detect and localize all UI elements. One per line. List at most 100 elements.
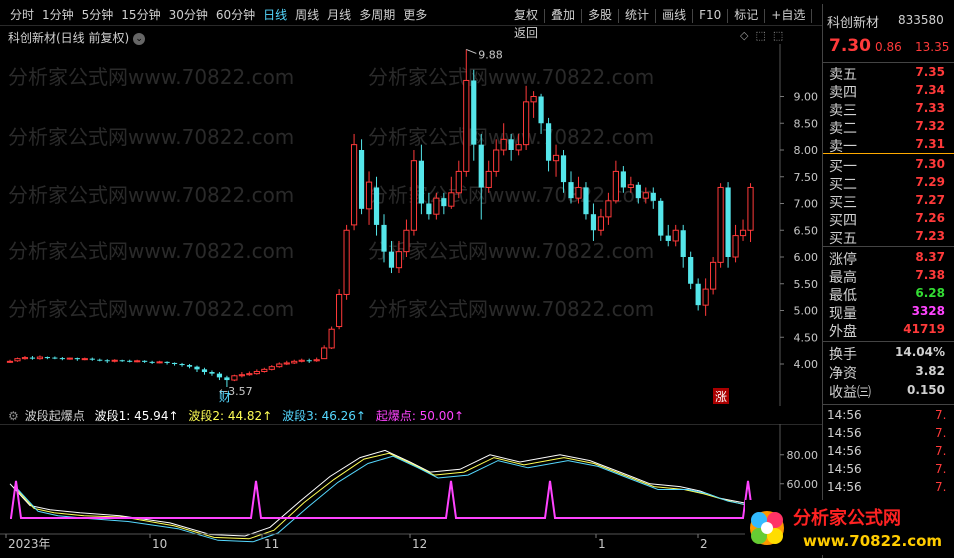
candle-body-up [14,358,21,362]
tab-period[interactable]: 月线 [323,6,355,24]
y-tick-label: 6.50 [794,224,819,237]
candle-body-down [201,369,208,373]
watermark-text: 分析家公式网www.70822.com [368,297,654,321]
stock-name: 科创新材 [827,16,880,31]
ask-row-label: 卖三 [829,103,857,119]
current-price: 7.30 [829,36,871,56]
bid-row-label: 买五 [829,231,857,247]
toolbar-button[interactable]: 叠加 [547,6,579,24]
candle-body-up [717,186,724,263]
tab-period[interactable]: 60分钟 [212,6,259,24]
bid-row: 买一 7.30 [827,156,951,175]
stat2-row: 收益㈢ 0.150 [827,382,951,401]
candle-body-up [111,359,118,362]
tick-row: 14:56 7. [827,408,954,426]
candle-body-up [66,357,73,360]
indicator-line-3: 波段3: 46.26↑ [282,409,366,423]
candle-body-down [545,123,552,161]
candle-body-up [298,359,305,362]
y-tick-label: 5.50 [794,278,819,291]
ask-row-value: 7.31 [915,137,945,151]
x-tick-label: 11 [264,537,279,551]
bid-row: 买四 7.26 [827,210,951,229]
toolbar-button[interactable]: 复权 [510,6,542,24]
watermark-text: 分析家公式网www.70822.com [8,297,294,321]
tab-period[interactable]: 15分钟 [117,6,164,24]
fullscreen-icon[interactable]: ⬚ [755,29,765,42]
candle-body-down [209,372,215,374]
candle-body-up [321,347,328,360]
tab-period[interactable]: 多周期 [355,6,399,24]
toolbar: 分时 1分钟 5分钟 15分钟 30分钟 60分钟 日线 周线 月线 多周期 更多 复权 叠加 多股 统计… [0,4,822,40]
candle-body-down [665,235,671,241]
bid-row: 买三 7.27 [827,192,951,211]
candle-body-up [313,359,320,362]
candle-body-up [747,186,754,231]
stat-row-label: 涨停 [829,252,857,268]
candle-body-down [194,366,200,370]
toolbar-divider [581,8,583,23]
candle-body-up [627,184,634,188]
ask-row-value: 7.34 [915,83,945,97]
watermark-text: 分析家公式网www.70822.com [8,239,294,263]
close-icon[interactable]: ⬚ [773,29,783,42]
y-tick-label: 4.50 [794,331,819,344]
tab-period[interactable]: 1分钟 [38,6,78,24]
toolbar-divider [727,8,729,23]
tab-period[interactable]: 5分钟 [78,6,118,24]
tab-period[interactable]: 周线 [291,6,323,24]
candle-body-down [29,357,36,359]
stat-row-value: 3328 [911,304,945,318]
toolbar-divider [618,8,620,23]
toolbar-button[interactable]: +自选 [767,6,809,24]
tick-price: 7. [935,480,947,494]
x-tick-label: 10 [152,537,167,551]
ask-row: 卖四 7.34 [827,82,951,101]
toolbar-button[interactable]: 统计 [621,6,653,24]
stat2-row-value: 14.04% [895,345,945,359]
toolbar-button[interactable]: 返回 [510,24,542,42]
stat2-row: 净资 3.82 [827,363,951,382]
toolbar-button[interactable]: 画线 [658,6,690,24]
candle-body-up [21,357,29,360]
indicator-header: ⚙ 波段起爆点 波段1: 45.94↑ 波段2: 44.82↑ 波段3: 46.2… [8,407,470,424]
ind-y-tick-label: 60.00 [787,478,819,491]
candle-body-down [59,358,65,360]
settings-icon[interactable]: ⚙ [8,409,19,423]
tab-period[interactable]: 日线 [259,6,291,24]
tick-time: 14:56 [827,480,862,494]
logo-url: www.70822.com [803,532,942,550]
toolbar-divider [764,8,766,23]
indicator-chart[interactable]: 80.0060.0040.002023年10111212 [0,424,822,558]
x-tick-label: 2 [700,537,708,551]
stat-row-label: 最低 [829,288,857,304]
toolbar-button[interactable]: F10 [695,6,725,24]
candle-body-up [365,181,373,210]
candle-body-up [642,192,649,199]
candlestick-chart[interactable]: 分析家公式网www.70822.com 分析家公式网www.70822.com 分析… [0,44,822,406]
candle-body-up [276,363,283,368]
candles [6,49,754,388]
wave3-line [17,455,759,543]
candle-body-up [238,374,245,377]
y-tick-label: 9.00 [794,91,819,104]
candle-body-down [388,251,395,268]
candle-body-up [500,138,507,151]
toolbar-divider [692,8,694,23]
candle-body-down [97,359,103,361]
tick-time: 14:56 [827,444,862,458]
tab-period[interactable]: 分时 [6,6,38,24]
tab-period[interactable]: 30分钟 [165,6,212,24]
toolbar-button[interactable]: 标记 [730,6,762,24]
stat2-row-label: 净资 [829,366,857,382]
diamond-icon[interactable]: ◇ [740,29,748,42]
tick-time: 14:56 [827,462,862,476]
watermark-text: 分析家公式网www.70822.com [8,183,294,207]
tab-period[interactable]: 更多 [399,6,431,24]
stat-row: 外盘 41719 [827,321,951,340]
candle-body-up [455,170,462,194]
chevron-down-icon[interactable]: ⌄ [133,32,146,45]
ask-row: 卖三 7.33 [827,100,951,119]
toolbar-button[interactable]: 多股 [584,6,616,24]
candle-body-down [179,364,185,366]
